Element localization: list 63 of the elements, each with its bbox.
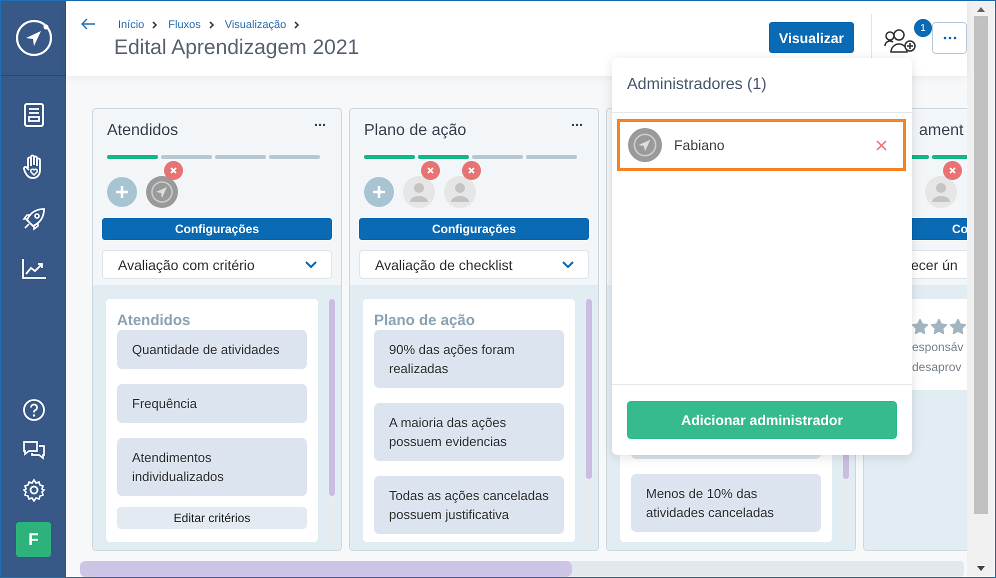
chat-icon[interactable] — [20, 438, 46, 462]
avatar-icon — [403, 176, 435, 208]
scroll-down-icon[interactable] — [977, 566, 985, 571]
remove-icon[interactable] — [876, 140, 887, 150]
remove-icon[interactable] — [164, 161, 183, 180]
column-title: Plano de ação — [364, 121, 466, 140]
panel-title: Plano de ação — [374, 311, 476, 329]
breadcrumb-link[interactable]: Visualização — [224, 19, 286, 31]
scrollbar[interactable] — [586, 299, 592, 544]
avatar-icon — [444, 176, 476, 208]
criterion-card[interactable]: A maioria das ações possuem evidencias — [374, 403, 564, 461]
chart-icon[interactable] — [20, 258, 46, 280]
count-badge: 1 — [914, 19, 932, 37]
chevron-down-icon — [562, 260, 574, 268]
criterion-card[interactable]: Frequência — [117, 384, 307, 423]
star-icon — [912, 319, 928, 334]
settings-button[interactable]: Configurações — [359, 218, 589, 240]
column-title: Atendidos — [107, 121, 178, 140]
criterion-card[interactable]: Quantidade de atividades — [117, 330, 307, 369]
remove-icon[interactable] — [421, 161, 440, 180]
settings-button[interactable]: Configurações — [102, 218, 332, 240]
panel-title: Atendidos — [117, 311, 192, 329]
chevron-down-icon — [305, 260, 317, 268]
star-icon — [931, 319, 947, 334]
avatar-icon — [925, 176, 957, 208]
admin-item[interactable]: Fabiano — [617, 119, 906, 171]
text-line: esponsáv — [912, 340, 964, 354]
remove-icon[interactable] — [462, 161, 481, 180]
column-title: ament — [918, 121, 964, 140]
horizontal-scrollbar[interactable] — [80, 561, 964, 577]
help-icon[interactable] — [22, 398, 46, 422]
rocket-icon[interactable] — [20, 206, 46, 232]
criterion-card[interactable]: Todas as ações canceladas possuem justificativa — [374, 476, 564, 534]
scrollbar[interactable] — [329, 299, 335, 544]
star-icon — [950, 319, 966, 334]
more-icon[interactable] — [314, 123, 326, 127]
settings-icon[interactable] — [22, 478, 46, 502]
avatar-icon — [146, 176, 178, 208]
page-title: Edital Aprendizagem 2021 — [114, 36, 360, 60]
visualize-button[interactable]: Visualizar — [768, 22, 854, 53]
criterion-card[interactable]: 90% das ações foram realizadas — [374, 330, 564, 388]
logo-icon[interactable] — [14, 19, 52, 57]
breadcrumb-link[interactable]: Início — [118, 19, 144, 31]
remove-icon[interactable] — [943, 161, 962, 180]
page-scrollbar[interactable] — [967, 1, 995, 577]
chevron-icon — [294, 21, 300, 29]
popover-title: Administradores (1) — [612, 58, 912, 113]
more-icon[interactable] — [571, 123, 583, 127]
evaluation-dropdown[interactable]: Avaliação com critério — [102, 250, 332, 279]
chevron-icon — [152, 21, 158, 29]
scroll-up-icon[interactable] — [977, 7, 985, 12]
text-line: desaprov — [912, 360, 962, 374]
edit-criteria-button[interactable]: Editar critérios — [117, 507, 307, 529]
document-icon[interactable] — [22, 102, 44, 128]
chevron-icon — [208, 21, 215, 29]
evaluation-dropdown[interactable]: Avaliação de checklist — [359, 250, 589, 279]
more-icon — [942, 36, 956, 40]
avatar-icon — [628, 128, 662, 162]
criterion-card[interactable]: Atendimentos individualizados — [117, 438, 307, 496]
add-users-icon[interactable] — [884, 29, 918, 53]
back-arrow-icon[interactable] — [80, 18, 96, 30]
breadcrumb-link[interactable]: Fluxos — [168, 19, 201, 31]
criterion-card[interactable]: Menos de 10% das atividades canceladas — [631, 474, 821, 532]
